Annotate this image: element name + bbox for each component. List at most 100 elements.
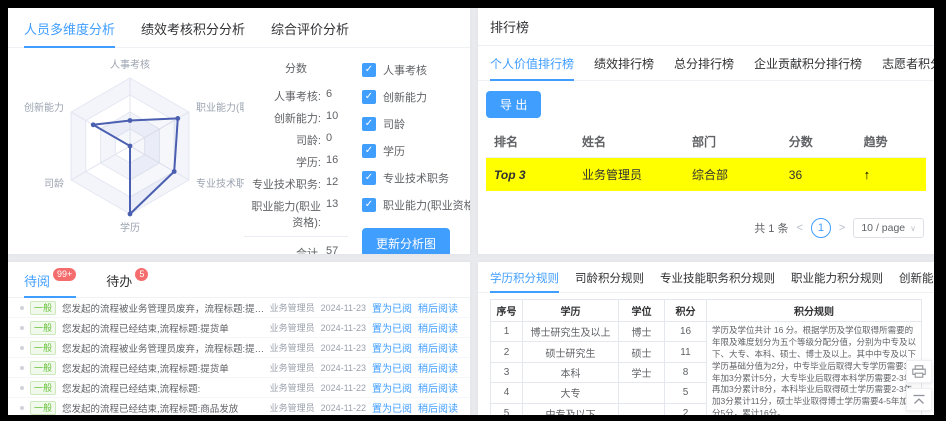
page-size-select[interactable]: 10 / page ∨ [853, 218, 924, 238]
ranking-tab-0[interactable]: 个人价值排行榜 [490, 46, 574, 81]
bullet-dot-icon [20, 326, 24, 330]
inbox-item: 一般您发起的流程已经结束,流程标题:业务管理员2024-11-22置为已阅稍后阅… [8, 378, 470, 398]
pagination: 共 1 条 < 1 > 10 / page ∨ [754, 218, 924, 238]
rules-tab-0[interactable]: 学历积分规则 [490, 262, 559, 293]
radar-axis-label: 专业技术职务 [196, 177, 244, 190]
filter-checkbox-4[interactable]: ✓ 专业技术职务 [362, 170, 470, 186]
current-page-button[interactable]: 1 [811, 218, 831, 238]
checkbox-checked-icon[interactable]: ✓ [362, 144, 376, 158]
panel-personnel-analysis: 人员多维度分析绩效考核积分分析综合评价分析 人事考核职业能力(职业资格)专业技术… [8, 8, 470, 254]
priority-tag: 一般 [30, 401, 56, 415]
filter-list: ✓人事考核✓创新能力✓司龄✓学历✓专业技术职务✓职业能力(职业资格) [362, 62, 470, 213]
rule-description-cell: 学历及学位共计 16 分。根据学历及学位取得所需要的年限及难度划分为五个等级分配… [707, 322, 922, 416]
filter-checkbox-3[interactable]: ✓ 学历 [362, 143, 470, 159]
ranking-tab-4[interactable]: 志愿者积分排行榜 [882, 46, 934, 81]
score-label: 司龄: [244, 132, 321, 148]
read-later-link[interactable]: 稍后阅读 [418, 400, 458, 415]
read-later-link[interactable]: 稍后阅读 [418, 380, 458, 395]
chevron-down-icon: ∨ [910, 224, 916, 233]
filter-label: 学历 [383, 143, 405, 159]
filter-label: 司龄 [383, 116, 405, 132]
prev-page-button[interactable]: < [796, 222, 802, 234]
ranking-table: 排名姓名部门分数趋势 Top 3业务管理员综合部36↑ [486, 126, 926, 191]
rules-header-cell: 学位 [619, 300, 665, 322]
page-size-value: 10 / page [861, 222, 905, 234]
export-button[interactable]: 导 出 [486, 91, 541, 118]
rules-cell: 1 [491, 322, 523, 342]
rules-cell: 学士 [619, 362, 665, 382]
mark-read-link[interactable]: 置为已阅 [372, 360, 412, 375]
read-later-link[interactable]: 稍后阅读 [418, 360, 458, 375]
score-row: 司龄: 0 [244, 132, 348, 148]
analysis-tabs: 人员多维度分析绩效考核积分分析综合评价分析 [8, 8, 470, 48]
ranking-tab-2[interactable]: 总分排行榜 [674, 46, 734, 81]
filter-label: 人事考核 [383, 62, 427, 78]
rules-header-cell: 序号 [491, 300, 523, 322]
rules-tab-4[interactable]: 创新能力积分规则 [899, 262, 934, 293]
filter-checkbox-1[interactable]: ✓创新能力 [362, 89, 470, 105]
chevron-up-bar-icon [912, 394, 926, 406]
inbox-tab-1[interactable]: 待办5 [106, 262, 148, 298]
score-value: 12 [326, 176, 348, 188]
mark-read-link[interactable]: 置为已阅 [372, 340, 412, 355]
rules-tab-2[interactable]: 专业技能职务积分规则 [660, 262, 775, 293]
checkbox-checked-icon[interactable]: ✓ [362, 171, 376, 185]
ranking-row[interactable]: Top 3业务管理员综合部36↑ [486, 158, 926, 192]
rules-tab-3[interactable]: 职业能力积分规则 [791, 262, 883, 293]
rules-cell: 5 [491, 403, 523, 415]
bullet-dot-icon [20, 346, 24, 350]
checkbox-checked-icon[interactable]: ✓ [362, 117, 376, 131]
inbox-item: 一般您发起的流程已经结束,流程标题:提货单业务管理员2024-11-23置为已阅… [8, 358, 470, 378]
mark-read-link[interactable]: 置为已阅 [372, 300, 412, 315]
analysis-tab-2[interactable]: 综合评价分析 [271, 8, 349, 48]
score-label: 专业技术职务: [244, 176, 321, 192]
inbox-tab-0[interactable]: 待阅99+ [24, 262, 76, 298]
mark-read-link[interactable]: 置为已阅 [372, 380, 412, 395]
filter-checkbox-2[interactable]: ✓ 司龄 [362, 116, 470, 132]
bullet-dot-icon [20, 386, 24, 390]
checkbox-checked-icon[interactable]: ✓ [362, 198, 376, 212]
sender-name: 业务管理员 [270, 321, 315, 334]
inbox-item: 一般您发起的流程已经结束,流程标题:提货单业务管理员2024-11-23置为已阅… [8, 318, 470, 338]
mark-read-link[interactable]: 置为已阅 [372, 320, 412, 335]
dimension-filters: ✓人事考核✓创新能力✓司龄✓学历✓专业技术职务✓职业能力(职业资格) 更新分析图 [362, 50, 470, 254]
score-value: 0 [326, 132, 348, 144]
sender-name: 业务管理员 [270, 361, 315, 374]
read-later-link[interactable]: 稍后阅读 [418, 300, 458, 315]
read-later-link[interactable]: 稍后阅读 [418, 340, 458, 355]
checkbox-checked-icon[interactable]: ✓ [362, 90, 376, 104]
rules-cell: 博士 [619, 322, 665, 342]
dashboard-page: 人员多维度分析绩效考核积分分析综合评价分析 人事考核职业能力(职业资格)专业技术… [8, 8, 934, 415]
ranking-table-header: 排名姓名部门分数趋势 [486, 126, 926, 158]
mark-read-link[interactable]: 置为已阅 [372, 400, 412, 415]
next-page-button[interactable]: > [839, 222, 845, 234]
ranking-tab-3[interactable]: 企业贡献积分排行榜 [754, 46, 862, 81]
item-date: 2024-11-23 [321, 323, 366, 333]
read-later-link[interactable]: 稍后阅读 [418, 320, 458, 335]
analysis-tab-0[interactable]: 人员多维度分析 [24, 8, 115, 48]
rules-cell: 5 [665, 383, 707, 403]
rules-cell: 3 [491, 362, 523, 382]
item-date: 2024-11-22 [321, 403, 366, 413]
rules-header-cell: 学历 [523, 300, 619, 322]
filter-checkbox-0[interactable]: ✓ 人事考核 [362, 62, 470, 78]
inbox-item: 一般您发起的流程被业务管理员废弃，流程标题:提货单，废弃说明:业务管理员2024… [8, 338, 470, 358]
rules-tab-1[interactable]: 司龄积分规则 [575, 262, 644, 293]
trend-cell: ↑ [856, 158, 926, 192]
service-widget-button[interactable] [906, 360, 932, 383]
back-to-top-button[interactable] [906, 388, 932, 411]
inbox-item: 一般您发起的流程被业务管理员废弃，流程标题:提货单，废弃说明:业务管理员2024… [8, 298, 470, 318]
badge-count: 99+ [53, 268, 76, 281]
filter-label: 专业技术职务 [383, 170, 449, 186]
ranking-tab-1[interactable]: 绩效排行榜 [594, 46, 654, 81]
bullet-dot-icon [20, 406, 24, 410]
score-row: 创新能力:10 [244, 110, 348, 126]
inbox-tabs: 待阅99+ 待办5 [8, 262, 470, 298]
score-value: 16 [326, 154, 348, 166]
rank-value: Top 3 [486, 158, 574, 192]
checkbox-checked-icon[interactable]: ✓ [362, 63, 376, 77]
filter-checkbox-5[interactable]: ✓职业能力(职业资格) [362, 197, 470, 213]
analysis-tab-1[interactable]: 绩效考核积分分析 [141, 8, 245, 48]
trend-up-icon: ↑ [864, 167, 871, 182]
update-chart-button[interactable]: 更新分析图 [362, 228, 450, 254]
